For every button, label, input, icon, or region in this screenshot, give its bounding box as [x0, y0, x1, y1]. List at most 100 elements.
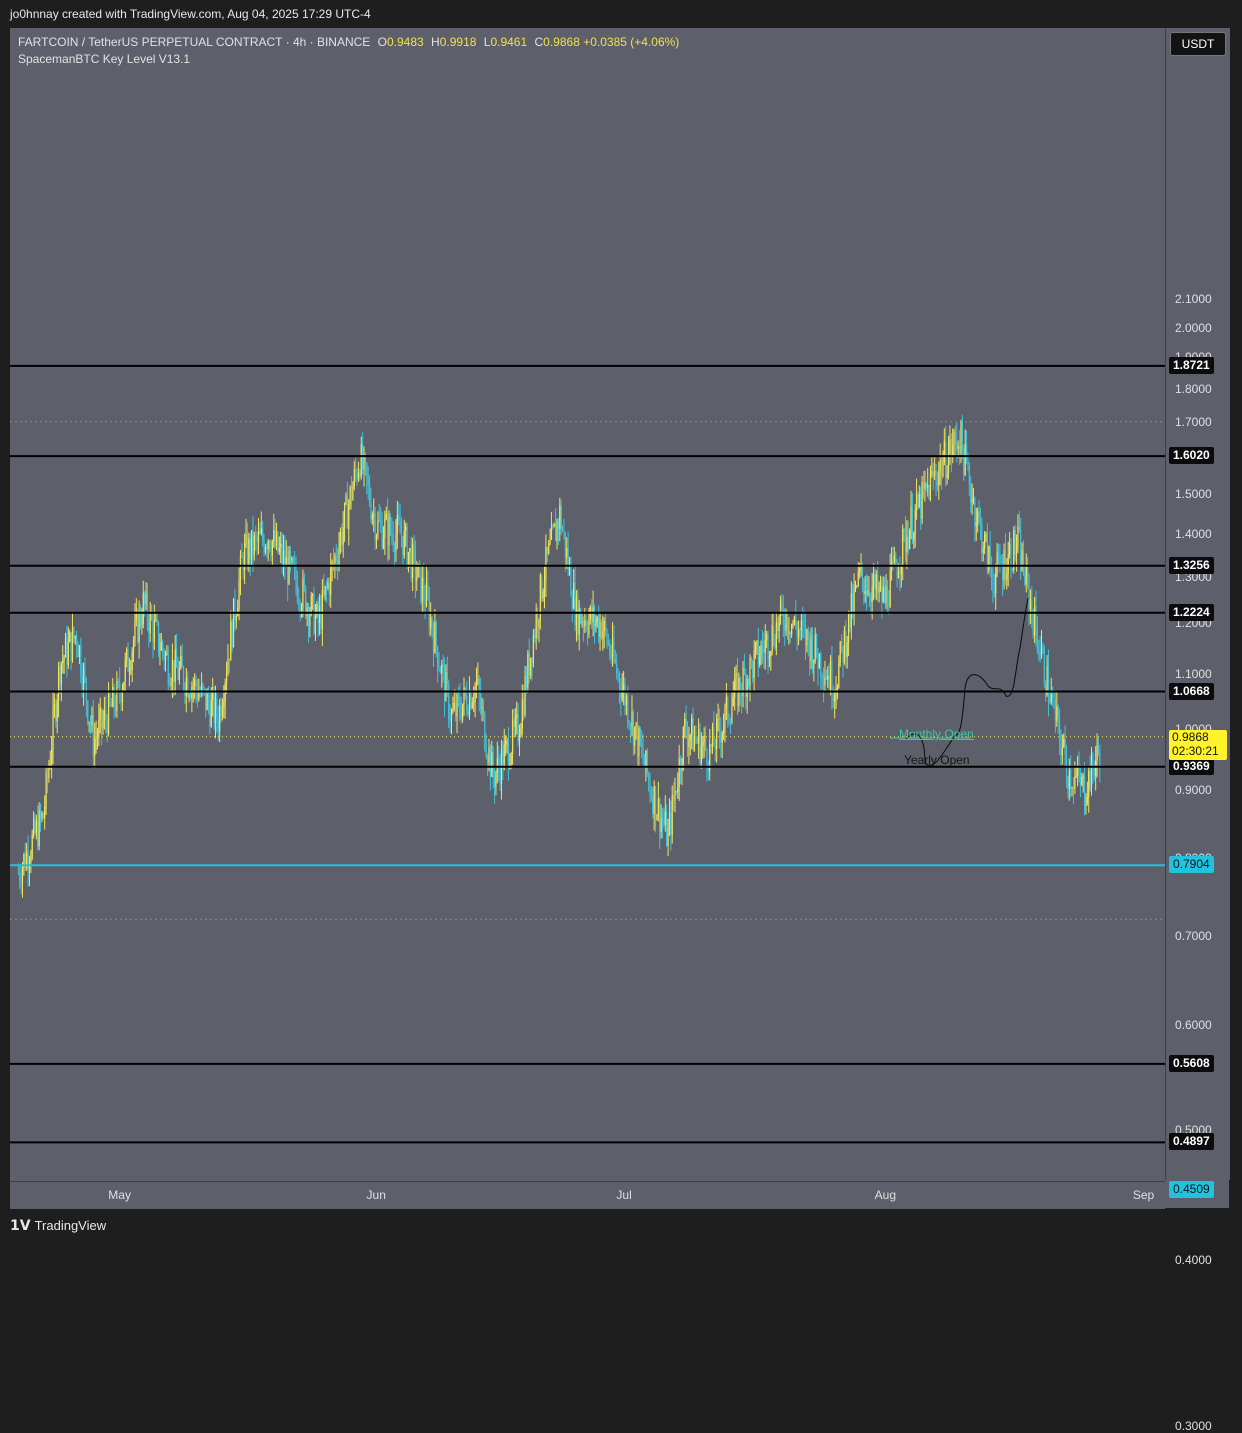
candle-body: [892, 561, 894, 563]
candle-body: [609, 643, 611, 655]
candle-body: [367, 478, 369, 485]
candle-body: [525, 676, 528, 689]
candle-body: [1097, 744, 1100, 754]
candle-body: [155, 619, 157, 621]
candle-body: [180, 655, 182, 668]
candle-body: [842, 646, 844, 663]
candle-body: [231, 621, 233, 648]
open-value: 0.9483: [387, 35, 424, 49]
open-label: O: [377, 35, 387, 49]
level-price-badge: 1.0668: [1169, 682, 1214, 700]
candle-body: [771, 625, 773, 651]
candle-body: [799, 630, 801, 632]
candle-body: [360, 444, 362, 477]
candle-body: [33, 818, 35, 835]
candle-body: [507, 740, 510, 768]
candle-body: [970, 485, 972, 503]
level-price-badge: 0.4509: [1169, 1181, 1214, 1199]
candle-body: [881, 582, 883, 602]
candle-body: [461, 703, 464, 720]
candle-body: [275, 532, 278, 547]
candle-body: [763, 648, 765, 653]
candle-body: [956, 438, 958, 450]
candle-body: [371, 514, 373, 520]
candle-body: [470, 692, 472, 708]
candle-body: [435, 622, 437, 647]
candle-body: [710, 743, 712, 747]
candle-body: [1032, 613, 1034, 636]
candle-body: [484, 712, 486, 749]
candle-body: [550, 526, 553, 540]
candle-body: [964, 443, 966, 475]
candle-body: [87, 701, 89, 723]
candle-body: [800, 620, 802, 631]
time-axis[interactable]: [10, 1181, 1165, 1209]
price-tick-label: 0.9000: [1175, 783, 1212, 797]
candle-body: [262, 528, 264, 541]
candle-body: [1047, 665, 1050, 701]
candle-body: [1060, 739, 1062, 756]
candle-body: [679, 758, 682, 771]
candle-body: [249, 538, 251, 560]
candle-body: [163, 651, 165, 662]
candle-body: [617, 673, 619, 675]
candle-body: [703, 735, 705, 743]
candle-body: [536, 613, 539, 627]
candle-body: [250, 530, 253, 560]
candle-body: [332, 561, 335, 564]
candle-body: [220, 704, 222, 717]
time-tick-label: Jul: [616, 1188, 632, 1202]
candle-body: [921, 481, 923, 519]
candle-body: [248, 538, 250, 566]
candle-body: [782, 609, 784, 625]
candle-body: [750, 658, 752, 662]
candle-body: [355, 469, 357, 473]
candle-body: [420, 564, 422, 602]
candle-body: [813, 659, 815, 669]
candle-body: [146, 592, 149, 621]
candle-body: [671, 795, 673, 835]
candle-body: [649, 780, 651, 795]
candle-body: [513, 720, 515, 728]
candle-body: [425, 583, 428, 606]
candle-body: [556, 521, 558, 542]
candle-body: [913, 533, 915, 541]
candle-body: [642, 747, 644, 761]
candle-body: [754, 644, 757, 651]
candle-body: [552, 526, 554, 528]
candle-body: [857, 571, 859, 585]
candle-body: [731, 706, 733, 723]
candle-body: [239, 555, 242, 580]
candle-body: [1061, 746, 1063, 756]
candle-body: [400, 533, 403, 536]
candle-body: [907, 536, 909, 549]
candle-body: [511, 720, 514, 754]
chart-svg[interactable]: [10, 28, 1165, 1181]
candle-body: [166, 653, 168, 655]
candle-body: [481, 707, 483, 709]
currency-button[interactable]: USDT: [1170, 32, 1226, 56]
price-tick-label: 1.4000: [1175, 527, 1212, 542]
candle-body: [313, 594, 315, 634]
candle-body: [76, 636, 78, 645]
candle-body: [871, 586, 873, 603]
candle-body: [584, 620, 586, 626]
candle-body: [153, 620, 155, 643]
candle-body: [879, 582, 882, 588]
candle-body: [745, 673, 747, 698]
candle-body: [510, 753, 512, 765]
candle-body: [113, 687, 115, 708]
candle-body: [52, 708, 54, 750]
candle-body: [207, 693, 210, 705]
candle-body: [613, 638, 615, 659]
candle-body: [810, 635, 812, 662]
candle-body: [257, 532, 260, 542]
candle-body: [350, 486, 353, 501]
candle-body: [1049, 700, 1051, 703]
candle-body: [786, 612, 789, 633]
candle-body: [695, 736, 697, 740]
candle-body: [123, 681, 125, 691]
candle-body: [287, 556, 289, 585]
candle-body: [359, 472, 361, 477]
candle-body: [877, 574, 879, 593]
